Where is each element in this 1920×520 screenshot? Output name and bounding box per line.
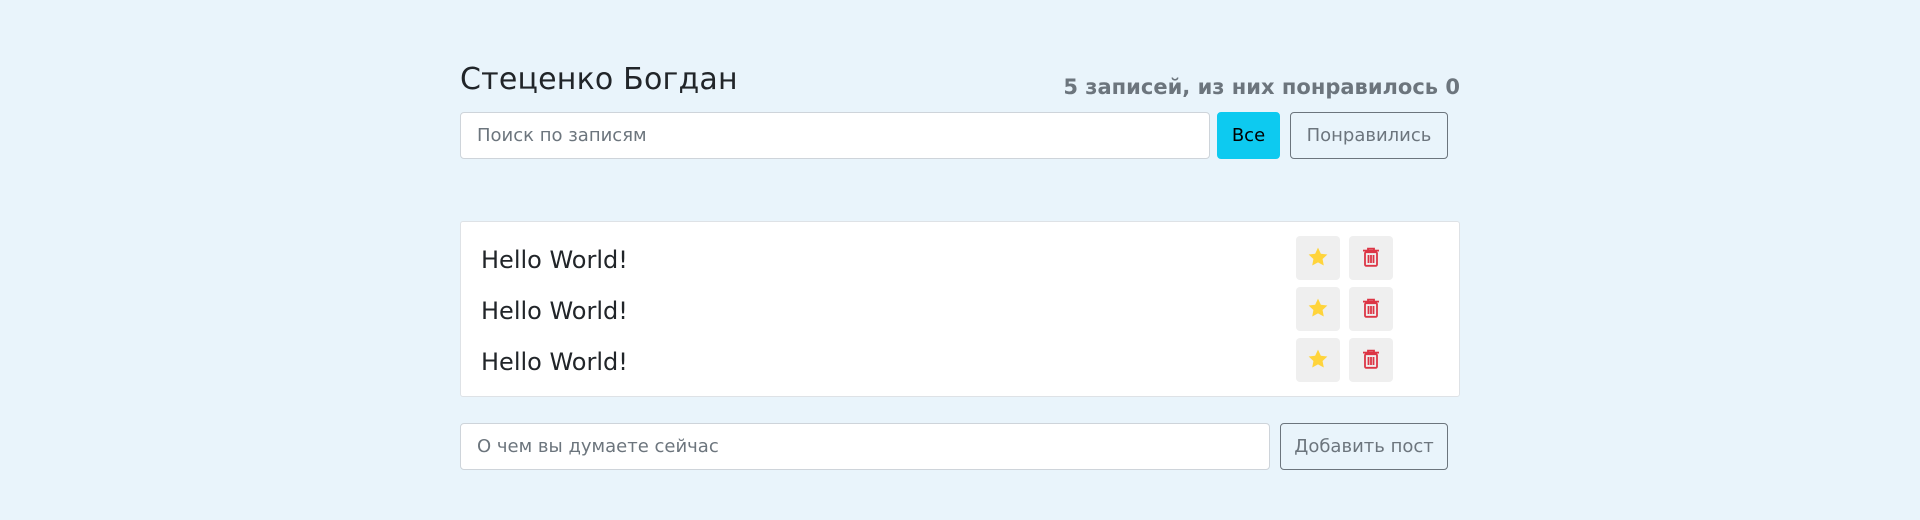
star-icon xyxy=(1307,348,1329,373)
trash-icon xyxy=(1362,247,1380,270)
post-list: Hello World! Hello World! Hello World! xyxy=(460,221,1460,397)
like-button[interactable] xyxy=(1296,338,1340,382)
new-post-input[interactable] xyxy=(460,423,1270,470)
search-input[interactable] xyxy=(460,112,1210,159)
app-header: Стеценко Богдан 5 записей, из них понрав… xyxy=(460,62,1460,104)
like-button[interactable] xyxy=(1296,287,1340,331)
delete-button[interactable] xyxy=(1349,338,1393,382)
star-icon xyxy=(1307,297,1329,322)
add-post-button[interactable]: Добавить пост xyxy=(1280,423,1448,470)
list-item: Hello World! xyxy=(461,236,1461,287)
trash-icon xyxy=(1362,349,1380,372)
post-counter: 5 записей, из них понравилось 0 xyxy=(1063,75,1460,99)
post-label[interactable]: Hello World! xyxy=(481,348,628,376)
star-icon xyxy=(1307,246,1329,271)
page-title: Стеценко Богдан xyxy=(460,62,738,97)
filter-all-button[interactable]: Все xyxy=(1217,112,1280,159)
list-item: Hello World! xyxy=(461,287,1461,338)
trash-icon xyxy=(1362,298,1380,321)
post-label[interactable]: Hello World! xyxy=(481,297,628,325)
search-panel: Все Понравились xyxy=(460,112,1460,159)
post-label[interactable]: Hello World! xyxy=(481,246,628,274)
delete-button[interactable] xyxy=(1349,287,1393,331)
filter-liked-button[interactable]: Понравились xyxy=(1290,112,1448,159)
like-button[interactable] xyxy=(1296,236,1340,280)
add-post-form: Добавить пост xyxy=(460,423,1460,470)
delete-button[interactable] xyxy=(1349,236,1393,280)
list-item: Hello World! xyxy=(461,338,1461,389)
